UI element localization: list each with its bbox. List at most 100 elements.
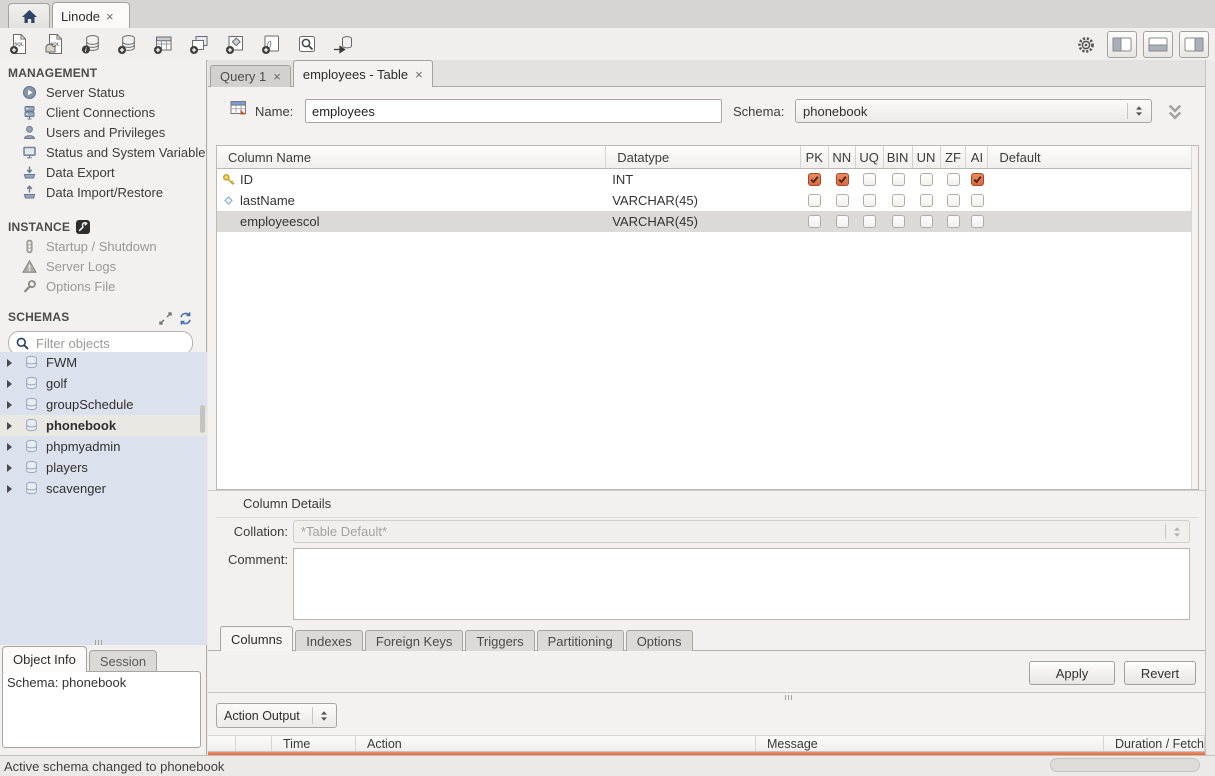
grid-header-datatype[interactable]: Datatype [606,146,801,168]
preferences-button[interactable] [1071,30,1101,59]
collation-select[interactable]: *Table Default* [293,520,1190,543]
statusbar-scrollbar-thumb[interactable] [1050,758,1200,772]
ai-checkbox[interactable] [971,215,984,228]
grid-scrollbar[interactable] [1191,146,1198,489]
expander-icon[interactable] [7,443,17,451]
output-header-action[interactable]: Action [356,736,756,751]
database-inspect-button[interactable]: i [76,29,106,58]
expand-arrows-icon[interactable] [158,311,172,325]
zf-checkbox[interactable] [947,215,960,228]
schema-item-players[interactable]: players [0,457,207,478]
home-tab[interactable] [8,3,50,29]
output-header-col0[interactable] [208,736,236,751]
un-checkbox[interactable] [920,194,933,207]
new-table-button[interactable] [148,29,178,58]
search-data-button[interactable] [292,29,322,58]
toggle-left-panel-button[interactable] [1107,31,1137,58]
uq-checkbox[interactable] [863,173,876,186]
sidebar-item-server-status[interactable]: Server Status [0,82,206,102]
bin-checkbox[interactable] [892,173,905,186]
sidebar-item-options-file[interactable]: Options File [0,276,206,296]
uq-checkbox[interactable] [863,215,876,228]
sidebar-item-data-import-restore[interactable]: Data Import/Restore [0,182,206,202]
tab-columns[interactable]: Columns [220,626,293,651]
nn-checkbox[interactable] [836,173,849,186]
apply-button[interactable]: Apply [1029,661,1115,685]
sidebar-item-users-and-privileges[interactable]: Users and Privileges [0,122,206,142]
un-checkbox[interactable] [920,173,933,186]
grid-header-un[interactable]: UN [913,146,941,168]
sidebar-scrollbar[interactable] [200,405,205,433]
new-schema-button[interactable] [112,29,142,58]
column-row-employeescol[interactable]: employeescolVARCHAR(45) [217,211,1198,232]
expander-icon[interactable] [7,401,17,409]
schema-item-fwm[interactable]: FWM [0,352,207,373]
ai-checkbox[interactable] [971,194,984,207]
schema-item-phonebook[interactable]: phonebook [0,415,207,436]
un-checkbox[interactable] [920,215,933,228]
new-view-button[interactable] [184,29,214,58]
table-name-input[interactable] [305,99,722,123]
output-selector[interactable]: Action Output [216,703,337,728]
nn-checkbox[interactable] [836,215,849,228]
grid-header-zf[interactable]: ZF [941,146,967,168]
expander-icon[interactable] [7,485,17,493]
close-icon[interactable]: × [106,10,114,23]
grid-header-nn[interactable]: NN [829,146,856,168]
connection-tab[interactable]: Linode × [52,2,130,29]
grid-header-pk[interactable]: PK [801,146,829,168]
tab-session[interactable]: Session [89,650,157,672]
grid-header-default[interactable]: Default [988,146,1198,168]
grid-header-ai[interactable]: AI [966,146,988,168]
reconnect-database-button[interactable] [328,29,358,58]
new-procedure-button[interactable] [220,29,250,58]
toggle-right-panel-button[interactable] [1179,31,1209,58]
tab-partitioning[interactable]: Partitioning [537,630,624,651]
expander-icon[interactable] [7,359,17,367]
uq-checkbox[interactable] [863,194,876,207]
tab-object-info[interactable]: Object Info [2,646,87,672]
column-row-id[interactable]: IDINT [217,169,1198,190]
sidebar-item-data-export[interactable]: Data Export [0,162,206,182]
schema-item-phpmyadmin[interactable]: phpmyadmin [0,436,207,457]
pk-checkbox[interactable] [808,215,821,228]
editor-tab-employees-table[interactable]: employees - Table × [293,60,433,87]
close-icon[interactable]: × [273,70,281,83]
editor-tab-query-1[interactable]: Query 1 × [210,65,291,87]
schema-item-groupschedule[interactable]: groupSchedule [0,394,207,415]
schema-filter-input[interactable] [34,335,186,352]
toggle-bottom-panel-button[interactable] [1143,31,1173,58]
sidebar-item-server-logs[interactable]: Server Logs [0,256,206,276]
bin-checkbox[interactable] [892,194,905,207]
revert-button[interactable]: Revert [1124,661,1196,685]
zf-checkbox[interactable] [947,173,960,186]
nn-checkbox[interactable] [836,194,849,207]
grid-header-bin[interactable]: BIN [884,146,913,168]
schema-item-scavenger[interactable]: scavenger [0,478,207,499]
output-header-time[interactable]: Time [272,736,356,751]
tab-triggers[interactable]: Triggers [465,630,534,651]
refresh-icon[interactable] [178,311,192,325]
pk-checkbox[interactable] [808,194,821,207]
expander-icon[interactable] [7,464,17,472]
tab-foreign-keys[interactable]: Foreign Keys [365,630,464,651]
schema-item-golf[interactable]: golf [0,373,207,394]
column-row-lastname[interactable]: lastNameVARCHAR(45) [217,190,1198,211]
schema-select[interactable]: phonebook [795,99,1152,123]
output-header-duration-fetch[interactable]: Duration / Fetch [1104,736,1205,751]
new-function-button[interactable]: () [256,29,286,58]
splitter-handle[interactable] [785,695,792,700]
expand-editor-button[interactable] [1160,100,1190,124]
splitter-handle[interactable] [95,640,102,645]
close-icon[interactable]: × [415,68,423,81]
new-sql-file-button[interactable]: SQL [4,29,34,58]
open-sql-file-button[interactable]: SQL [40,29,70,58]
zf-checkbox[interactable] [947,194,960,207]
sidebar-item-startup-shutdown[interactable]: Startup / Shutdown [0,236,206,256]
ai-checkbox[interactable] [971,173,984,186]
output-header-col1[interactable] [236,736,272,751]
bin-checkbox[interactable] [892,215,905,228]
comment-textarea[interactable] [293,548,1190,620]
tab-indexes[interactable]: Indexes [295,630,363,651]
expander-icon[interactable] [7,422,17,430]
